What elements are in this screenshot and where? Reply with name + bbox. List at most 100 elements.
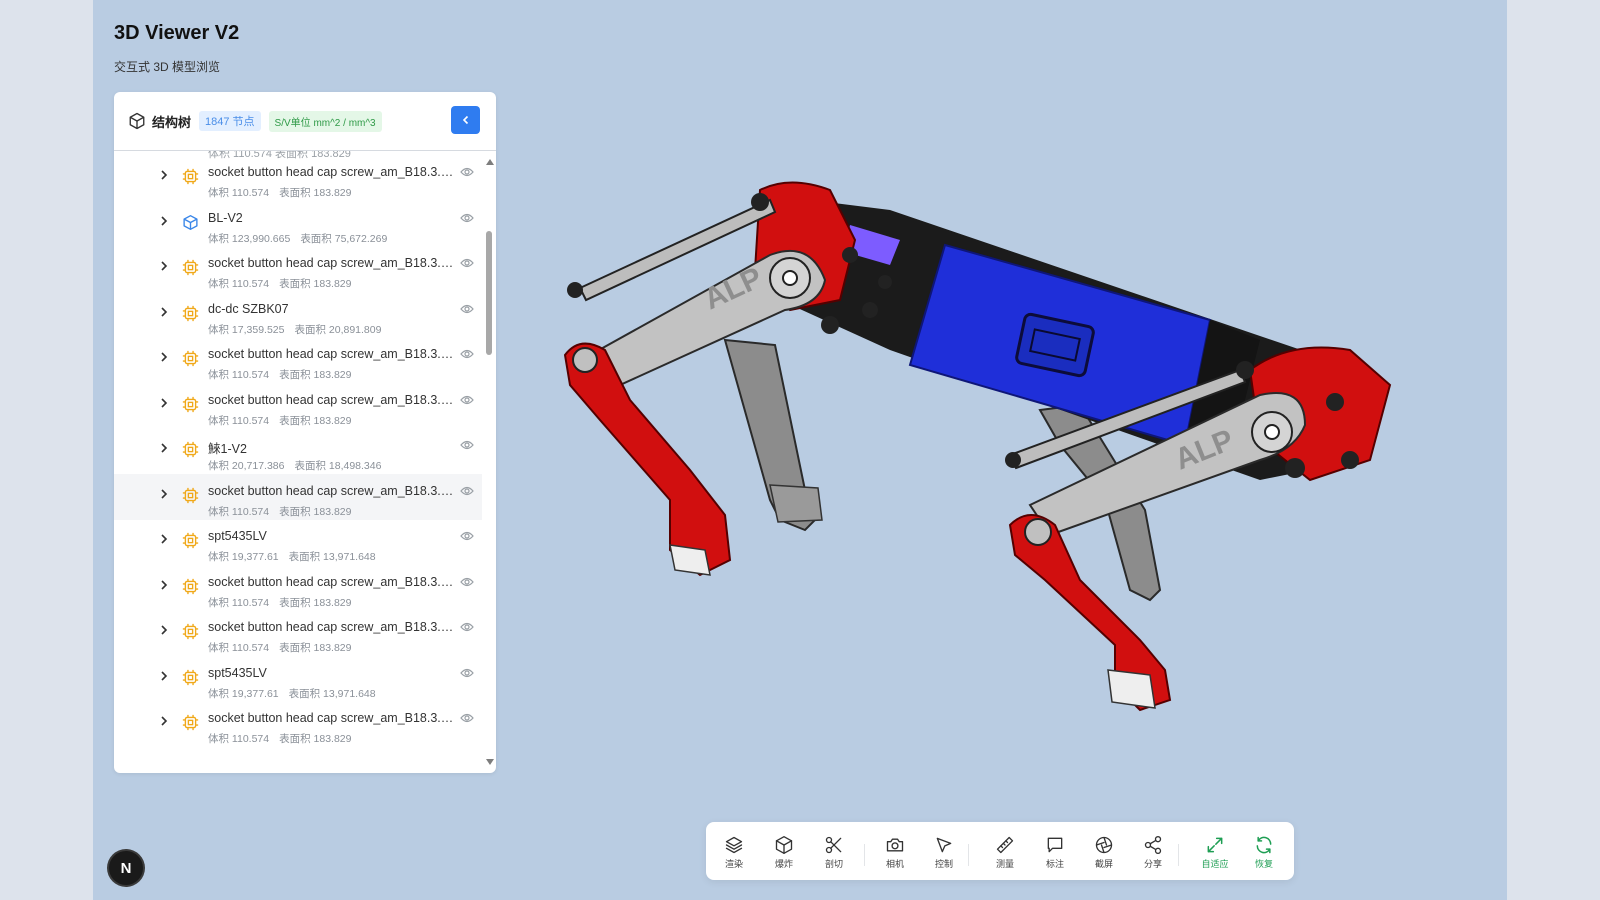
3d-model-view[interactable]: ALP ALP [560, 170, 1440, 740]
toolbar-button-camera[interactable]: 相机 [873, 830, 917, 874]
tree-row-volume: 体积 110.574 [208, 414, 270, 427]
toolbar-button-label: 分享 [1143, 859, 1162, 869]
scroll-thumb[interactable] [486, 231, 492, 355]
part-icon [182, 669, 199, 686]
chevron-right-icon[interactable] [158, 533, 170, 545]
scroll-up-arrow[interactable] [486, 159, 494, 165]
toolbar-button-cube[interactable]: 爆炸 [762, 830, 806, 874]
tree-row[interactable]: 鯠1-V2 体积 20,717.386 表面积 18,498.346 [114, 428, 482, 474]
toolbar-button-aperture[interactable]: 截屏 [1082, 830, 1126, 874]
tree-row[interactable]: socket button head cap screw_am_B18.3.1M… [114, 701, 482, 747]
chevron-right-icon[interactable] [158, 397, 170, 409]
tree-row-name: 鯠1-V2 [208, 442, 247, 456]
toolbar-button-label: 标注 [1045, 859, 1064, 869]
part-icon [182, 350, 199, 367]
tree-row-meta: 体积 110.574 表面积 183.829 [208, 595, 351, 610]
tree-row[interactable]: dc-dc SZBK07 体积 17,359.525 表面积 20,891.809 [114, 292, 482, 338]
tree-row[interactable]: spt5435LV 体积 19,377.61 表面积 13,971.648 [114, 656, 482, 702]
toolbar-button-label: 爆炸 [774, 859, 793, 869]
tree-row-name: socket button head cap screw_am_B18.3.1M… [208, 620, 460, 634]
eye-icon[interactable] [460, 394, 474, 406]
eye-icon[interactable] [460, 166, 474, 178]
refresh-icon [1256, 836, 1272, 854]
corner-logo[interactable]: N [109, 851, 143, 885]
tree-row-area: 表面积 183.829 [279, 278, 352, 290]
pointer-icon [936, 837, 952, 853]
collapse-panel-button[interactable] [451, 106, 480, 134]
tree-row-name: spt5435LV [208, 665, 267, 680]
eye-icon[interactable] [460, 303, 474, 315]
layers-icon [725, 836, 743, 854]
tree-row-area: 表面积 183.829 [279, 414, 352, 427]
tree-row[interactable]: socket button head cap screw_am_B18.3.1M… [114, 337, 482, 383]
eye-icon[interactable] [460, 348, 474, 360]
tree-row-volume: 体积 110.574 [208, 369, 270, 381]
chevron-right-icon[interactable] [158, 215, 170, 227]
tree-row-volume: 体积 17,359.525 [208, 323, 285, 336]
toolbar-button-label: 测量 [995, 859, 1014, 869]
scroll-down-arrow[interactable] [486, 759, 494, 765]
tree-row[interactable]: BL-V2 体积 123,990.665 表面积 75,672.269 [114, 201, 482, 247]
tree-row[interactable]: socket button head cap screw_am_B18.3.1M… [114, 473, 482, 520]
toolbar-button-expand[interactable]: 自适应 [1193, 830, 1237, 874]
chevron-right-icon[interactable] [158, 169, 170, 181]
share-icon [1144, 836, 1162, 854]
eye-icon[interactable] [460, 712, 474, 724]
chevron-right-icon[interactable] [158, 715, 170, 727]
tree-row-name: socket button head cap screw_am_B18.3.1M… [208, 711, 460, 725]
part-icon [182, 487, 199, 504]
chevron-right-icon[interactable] [158, 442, 170, 454]
toolbar-button-scissors[interactable]: 剖切 [812, 830, 856, 874]
tree-row[interactable]: socket button head cap screw_am_B18.3.1M… [114, 155, 482, 201]
chevron-right-icon[interactable] [158, 624, 170, 636]
chevron-right-icon[interactable] [158, 579, 170, 591]
tree-list[interactable]: 体积 110.574 表面积 183.829 socket button hea… [114, 151, 482, 773]
part-icon [182, 532, 199, 549]
panel-title: 结构树 [152, 114, 192, 130]
toolbar-button-ruler[interactable]: 测量 [983, 830, 1027, 874]
tree-row-area: 表面积 18,498.346 [294, 460, 382, 472]
toolbar-separator [1178, 844, 1179, 866]
toolbar-button-label: 自适应 [1201, 859, 1229, 869]
ruler-icon [996, 836, 1014, 854]
toolbar-button-layers[interactable]: 渲染 [712, 830, 756, 874]
eye-icon[interactable] [460, 257, 474, 269]
eye-icon[interactable] [460, 530, 474, 542]
toolbar-button-label: 剖切 [824, 859, 843, 869]
tree-row-meta: 体积 20,717.386 表面积 18,498.346 [208, 458, 381, 473]
toolbar-button-label: 控制 [934, 859, 953, 869]
chevron-right-icon[interactable] [158, 351, 170, 363]
eye-icon[interactable] [460, 576, 474, 588]
chevron-right-icon[interactable] [158, 670, 170, 682]
chevron-right-icon[interactable] [158, 260, 170, 272]
eye-icon[interactable] [460, 485, 474, 497]
tree-row-meta: 体积 110.574 表面积 183.829 [208, 731, 351, 746]
tree-row-meta: 体积 123,990.665 表面积 75,672.269 [208, 231, 387, 246]
toolbar-button-comment[interactable]: 标注 [1033, 830, 1077, 874]
tree-row[interactable]: socket button head cap screw_am_B18.3.1M… [114, 246, 482, 292]
chevron-left-icon [462, 115, 468, 125]
tree-row-volume: 体积 110.574 [208, 642, 270, 654]
toolbar-button-label: 渲染 [724, 859, 743, 869]
tree-row[interactable]: socket button head cap screw_am_B18.3.1M… [114, 610, 482, 656]
toolbar-button-share[interactable]: 分享 [1131, 830, 1175, 874]
chevron-right-icon[interactable] [158, 488, 170, 500]
eye-icon[interactable] [460, 212, 474, 224]
comment-icon [1047, 837, 1063, 853]
eye-icon[interactable] [460, 439, 474, 451]
tree-row-meta: 体积 110.574 表面积 183.829 [208, 504, 351, 519]
tree-row[interactable]: spt5435LV 体积 19,377.61 表面积 13,971.648 [114, 519, 482, 565]
eye-icon[interactable] [460, 667, 474, 679]
toolbar-button-pointer[interactable]: 控制 [922, 830, 966, 874]
eye-icon[interactable] [460, 621, 474, 633]
tree-row-meta: 体积 110.574 表面积 183.829 [208, 413, 351, 428]
toolbar-button-refresh[interactable]: 恢复 [1242, 830, 1286, 874]
tree-row[interactable]: socket button head cap screw_am_B18.3.1M… [114, 565, 482, 611]
tree-row-volume: 体积 110.574 [208, 505, 270, 518]
tree-row[interactable]: socket button head cap screw_am_B18.3.1M… [114, 383, 482, 429]
tree-scrollbar[interactable] [483, 151, 496, 773]
chevron-right-icon[interactable] [158, 306, 170, 318]
tree-row-name: dc-dc SZBK07 [208, 301, 289, 316]
tree-row-name: socket button head cap screw_am_B18.3.1M… [208, 392, 460, 407]
tree-row-meta: 体积 110.574 表面积 183.829 [208, 367, 351, 382]
